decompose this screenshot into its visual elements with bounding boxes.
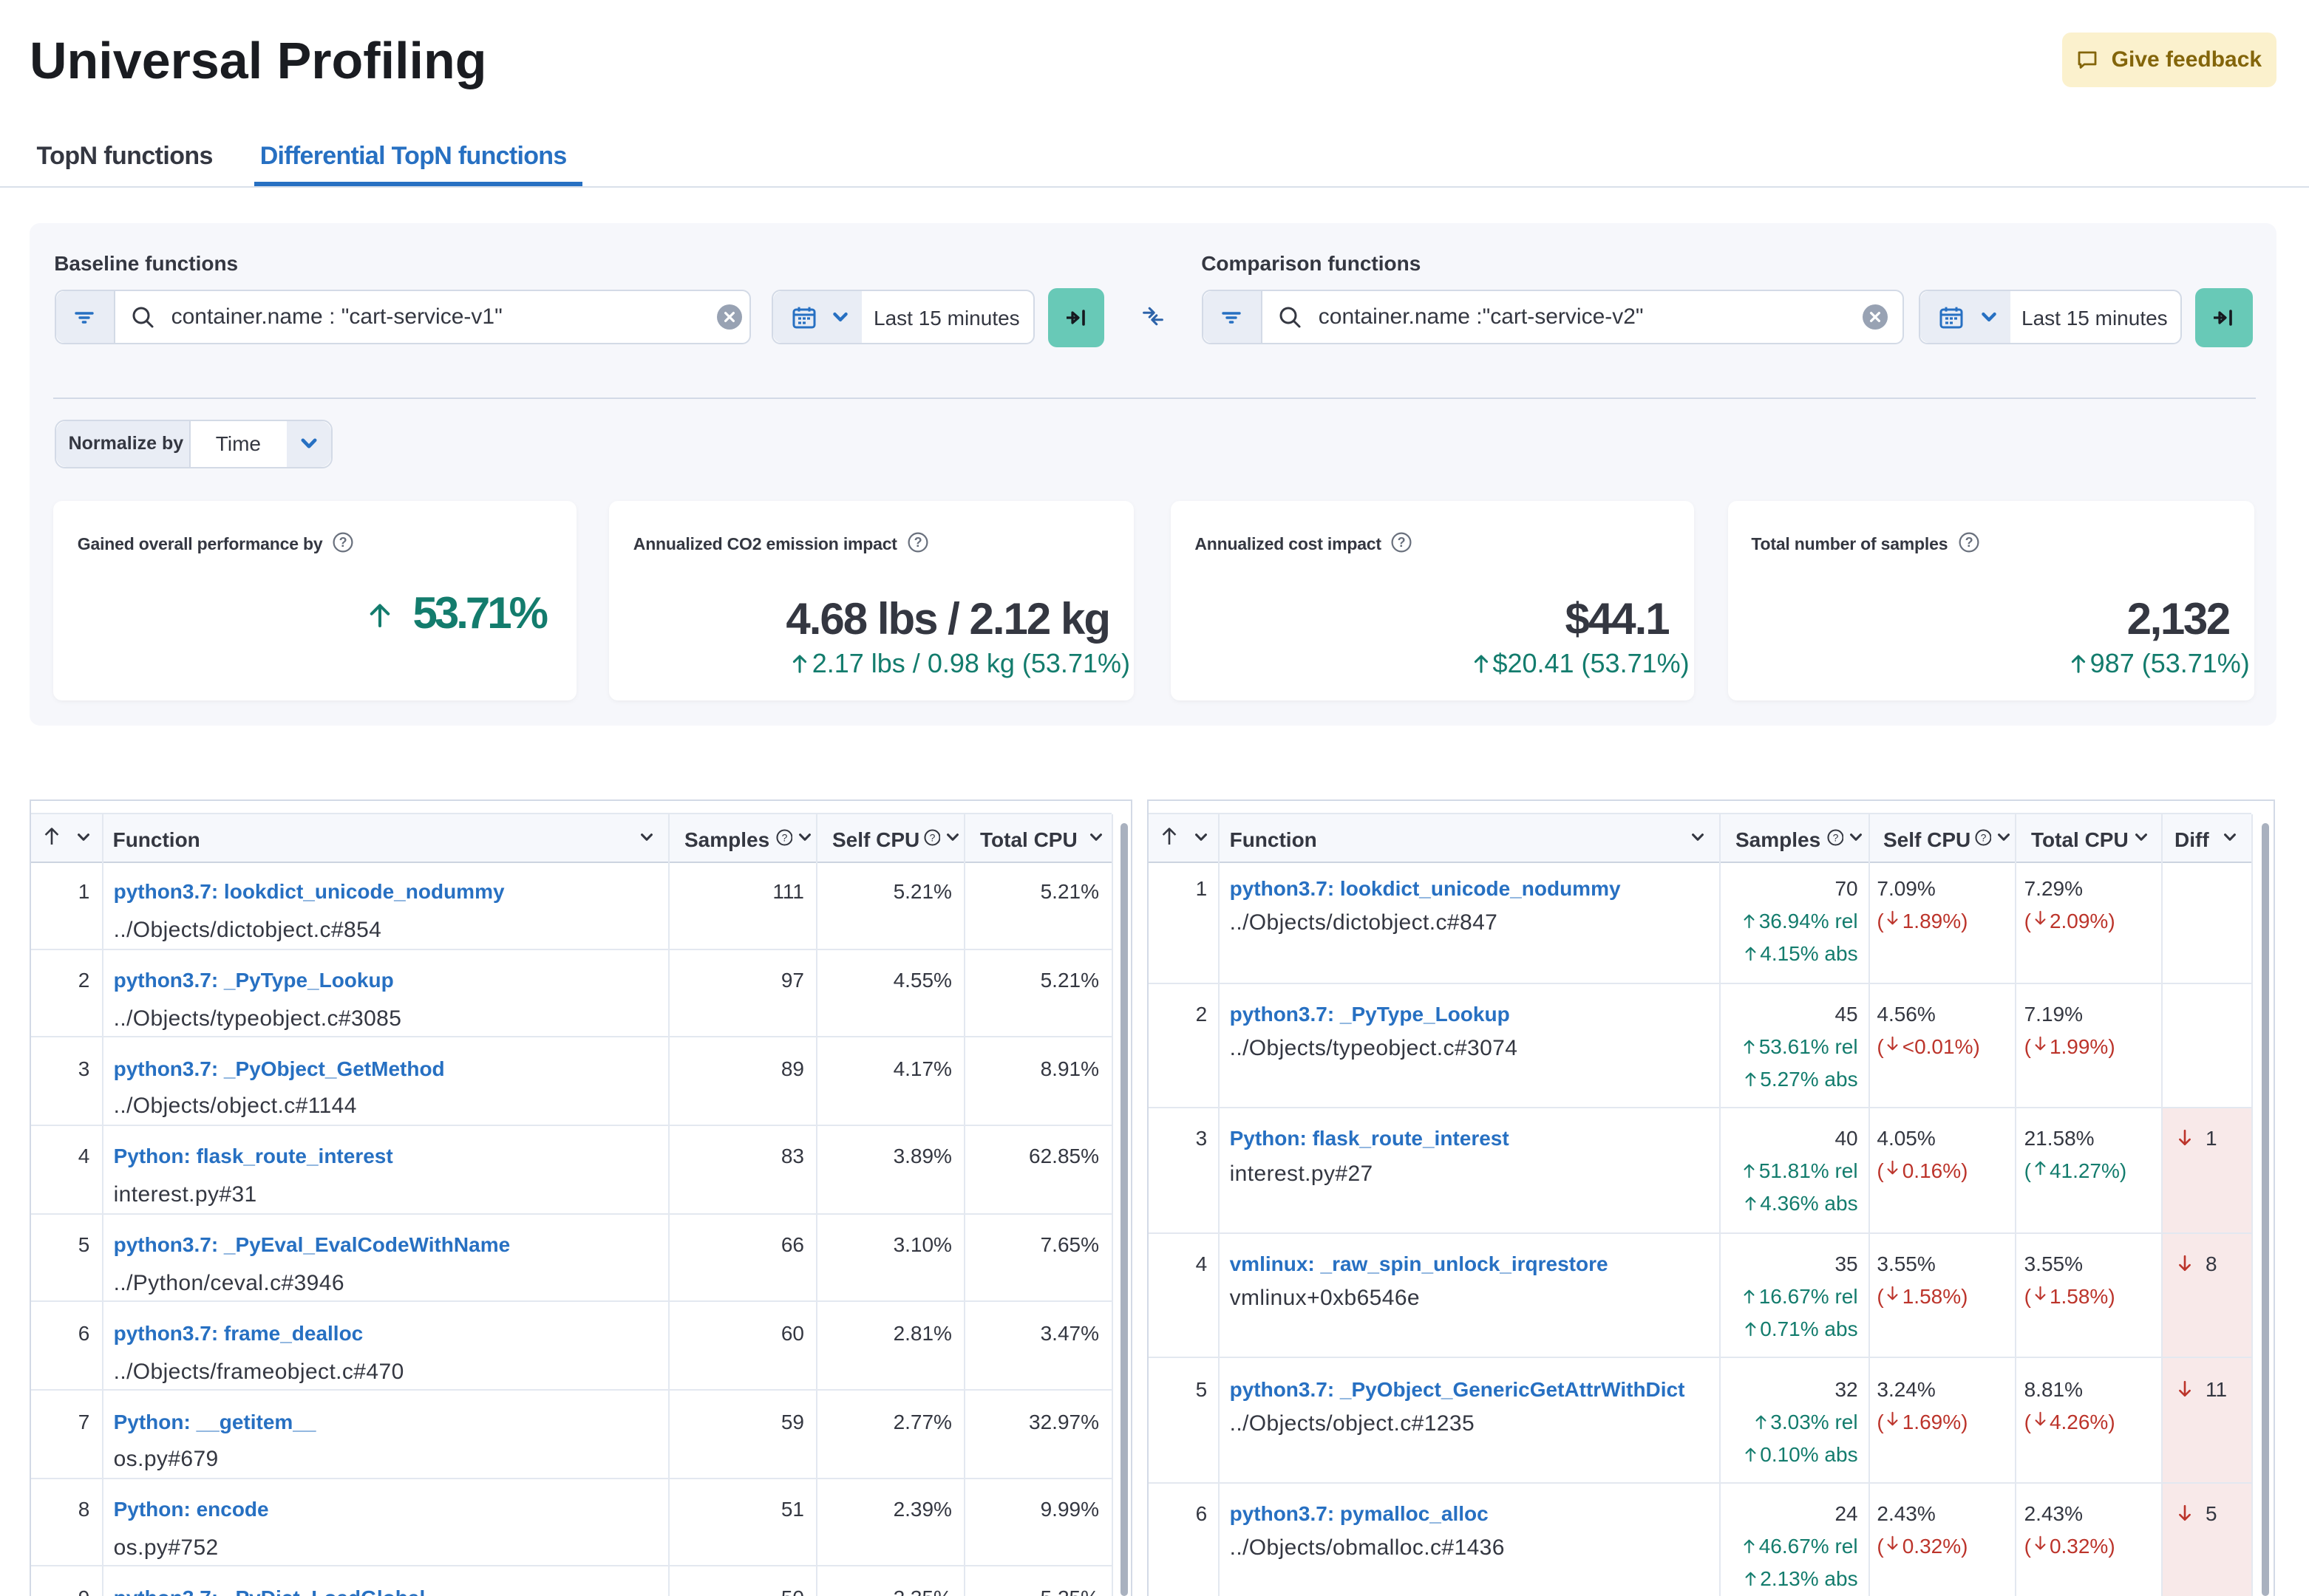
svg-text:?: ? xyxy=(1965,534,1973,549)
svg-text:?: ? xyxy=(1980,831,1986,843)
svg-text:?: ? xyxy=(914,534,922,549)
svg-text:?: ? xyxy=(1398,534,1406,549)
svg-text:?: ? xyxy=(339,534,347,549)
svg-text:?: ? xyxy=(781,831,787,843)
svg-text:?: ? xyxy=(929,831,935,843)
svg-text:?: ? xyxy=(1832,831,1838,843)
